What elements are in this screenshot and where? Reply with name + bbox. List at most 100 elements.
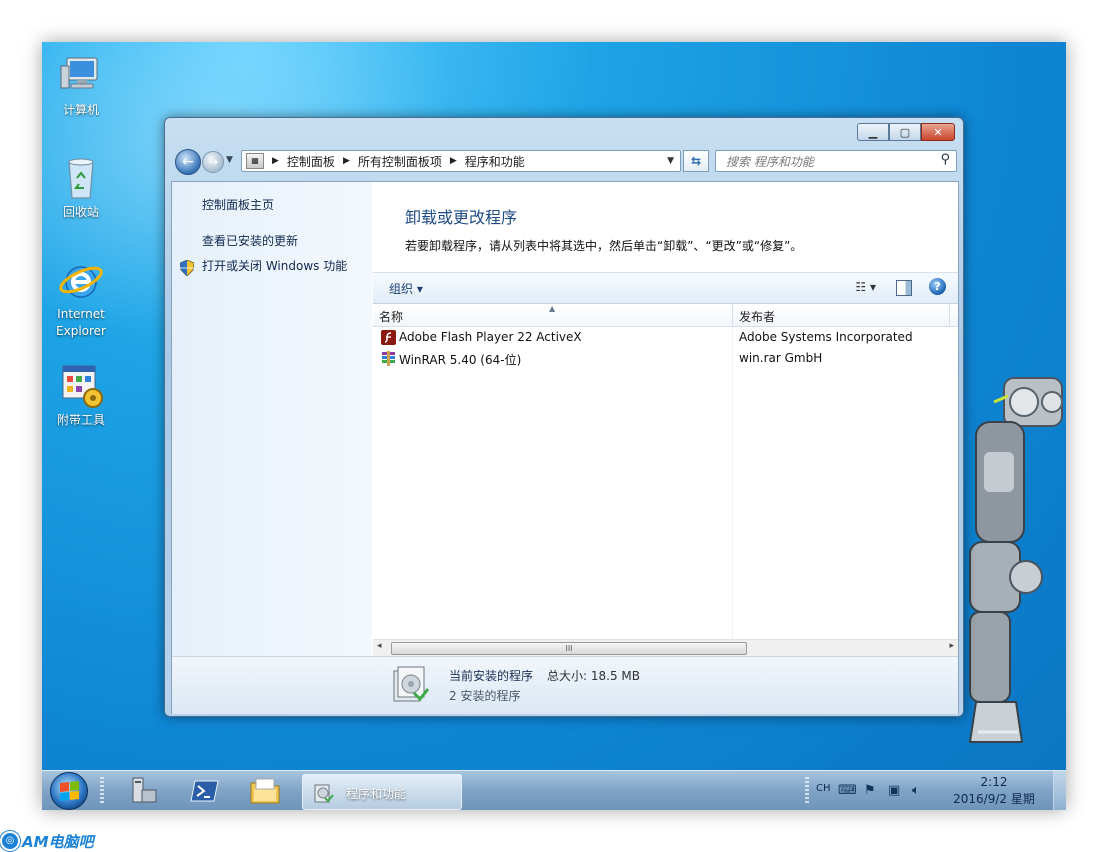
program-row[interactable]: Adobe Flash Player 22 ActiveX Adobe Syst… [373,327,958,348]
windows-logo-icon [60,780,79,801]
search-input[interactable] [724,153,928,171]
show-desktop-button[interactable] [1053,771,1066,810]
recycle-bin-icon [57,154,105,202]
program-publisher: Adobe Systems Incorporated [739,330,913,344]
organize-button[interactable]: 组织 ▾ [389,280,423,297]
server-manager-icon [132,777,157,803]
tray-grip[interactable] [805,777,809,805]
back-arrow-icon: ← [182,154,194,170]
details-pane: 当前安装的程序 总大小: 18.5 MB 2 安装的程序 [172,656,958,714]
clock-date: 2016/9/2 星期五 [953,792,1035,810]
column-divider[interactable] [949,304,950,326]
scroll-left-icon[interactable]: ◂ [377,641,382,651]
windows-features-link[interactable]: 打开或关闭 Windows 功能 [202,257,347,274]
breadcrumb-separator-icon[interactable]: ▶ [450,156,457,166]
recent-pages-dropdown[interactable]: ▼ [226,155,233,165]
taskbar-powershell[interactable] [188,775,222,807]
desktop-icon-label: Internet Explorer [56,307,106,338]
maximize-button[interactable]: ▢ [889,123,921,141]
search-icon[interactable]: ⚲ [940,152,950,167]
keyboard-icon[interactable]: ⌨ [838,783,857,798]
window-controls: ▁ ▢ ✕ [857,123,955,141]
column-publisher-header[interactable]: 发布者 [739,308,775,325]
desktop-icon-computer[interactable]: 计算机 [46,52,116,119]
program-list-pane: 卸载或更改程序 若要卸载程序，请从列表中将其选中，然后单击“卸载”、“更改”或“… [172,182,958,714]
minimize-icon: ▁ [868,125,878,139]
breadcrumb: ▶ 控制面板 ▶ 所有控制面板项 ▶ 程序和功能 [268,153,525,170]
clock-time: 2:12 [980,775,1008,789]
address-bar[interactable]: ▦ ▶ 控制面板 ▶ 所有控制面板项 ▶ 程序和功能 ▼ [241,150,681,172]
maximize-icon: ▢ [899,125,911,139]
page-title: 卸载或更改程序 [405,208,518,227]
minimize-button[interactable]: ▁ [857,123,889,141]
taskbar-explorer[interactable] [248,775,282,807]
column-divider[interactable] [732,304,733,326]
desktop-icon-label: 回收站 [62,205,99,219]
details-title: 当前安装的程序 [449,669,534,683]
details-view-icon: ☷ [855,280,867,294]
breadcrumb-control-panel[interactable]: 控制面板 [287,153,335,170]
scroll-right-icon[interactable]: ▸ [949,641,954,651]
close-button[interactable]: ✕ [921,123,955,141]
window-content: 控制面板主页 查看已安装的更新 打开或关闭 Windows 功能 卸载或更改程序… [171,181,959,714]
action-center-icon[interactable]: ⚑ [864,783,876,798]
desktop-icon-label: 附带工具 [56,413,105,427]
details-program-count: 2 安装的程序 [449,689,521,703]
column-name-header[interactable]: 名称 [379,308,403,325]
control-panel-icon: ▦ [246,153,264,169]
start-button[interactable] [50,772,88,810]
task-pane: 控制面板主页 查看已安装的更新 打开或关闭 Windows 功能 [172,182,372,713]
program-name: WinRAR 5.40 (64-位) [399,353,522,367]
column-header-row: ▲ 名称 发布者 [373,304,958,327]
taskbar-item-label: 程序和功能 [346,787,407,801]
volume-icon[interactable]: 🔈︎ [912,783,920,798]
installed-programs-icon [390,665,430,705]
flash-icon [381,330,396,345]
column-guide-line [732,326,733,638]
network-icon[interactable]: ▣ [888,783,900,798]
page-description: 若要卸载程序，请从列表中将其选中，然后单击“卸载”、“更改”或“修复”。 [405,239,803,253]
breadcrumb-separator-icon[interactable]: ▶ [343,156,350,166]
refresh-icon: ⇆ [690,154,702,168]
forward-arrow-icon: → [207,155,219,169]
taskbar-grip[interactable] [100,777,104,805]
programs-and-features-window: ▁ ▢ ✕ ← → ▼ ▦ ▶ 控制面板 ▶ 所有控制面板项 ▶ 程序和功能 ▼… [164,117,964,717]
taskbar-server-manager[interactable] [128,775,162,807]
clock[interactable]: 2:12 2016/9/2 星期五 [948,774,1040,810]
address-dropdown-icon[interactable]: ▼ [667,156,674,166]
taskbar: 程序和功能 CH ⌨ ⚑ ▣ 🔈︎ 2:12 2016/9/2 星期五 [42,770,1066,810]
watermark-logo: ◎ AM电脑吧 [0,831,94,851]
desktop-icon-accessories[interactable]: 附带工具 [46,362,116,429]
search-box[interactable]: ⚲ [715,150,957,172]
control-panel-home-link[interactable]: 控制面板主页 [202,196,274,213]
forward-button[interactable]: → [202,151,224,173]
preview-pane-button[interactable] [896,280,912,296]
back-button[interactable]: ← [175,149,201,175]
powershell-icon [190,780,219,802]
view-installed-updates-link[interactable]: 查看已安装的更新 [202,232,298,249]
watermark-circle-icon: ◎ [0,831,20,851]
horizontal-scrollbar[interactable]: ◂ III ▸ [373,639,958,656]
breadcrumb-all-items[interactable]: 所有控制面板项 [358,153,442,170]
breadcrumb-separator-icon[interactable]: ▶ [272,156,279,166]
watermark-text: AM电脑吧 [22,832,94,851]
taskbar-item-programs-features[interactable]: 程序和功能 [302,774,462,810]
desktop-icon-ie[interactable]: Internet Explorer [46,256,116,340]
desktop-icon-recycle-bin[interactable]: 回收站 [46,154,116,221]
robot-wallpaper-art [964,372,1066,762]
sort-ascending-icon: ▲ [549,304,556,313]
programs-features-icon [313,782,335,804]
folder-icon [250,778,280,804]
view-options-button[interactable]: ☷ ▾ [855,280,876,294]
close-icon: ✕ [933,125,943,139]
refresh-button[interactable]: ⇆ [683,150,709,172]
program-row[interactable]: WinRAR 5.40 (64-位) win.rar GmbH [373,348,958,369]
accessories-icon [57,362,105,410]
breadcrumb-programs-features[interactable]: 程序和功能 [465,153,525,170]
scrollbar-thumb[interactable]: III [391,642,747,655]
input-language-indicator[interactable]: CH [816,783,831,794]
help-icon: ? [934,280,941,293]
navigation-bar: ← → ▼ ▦ ▶ 控制面板 ▶ 所有控制面板项 ▶ 程序和功能 ▼ ⇆ ⚲ [171,146,957,176]
desktop: 计算机 回收站 Internet Explorer 附带工具 ▁ ▢ ✕ ← →… [42,42,1066,810]
help-button[interactable]: ? [929,278,946,295]
